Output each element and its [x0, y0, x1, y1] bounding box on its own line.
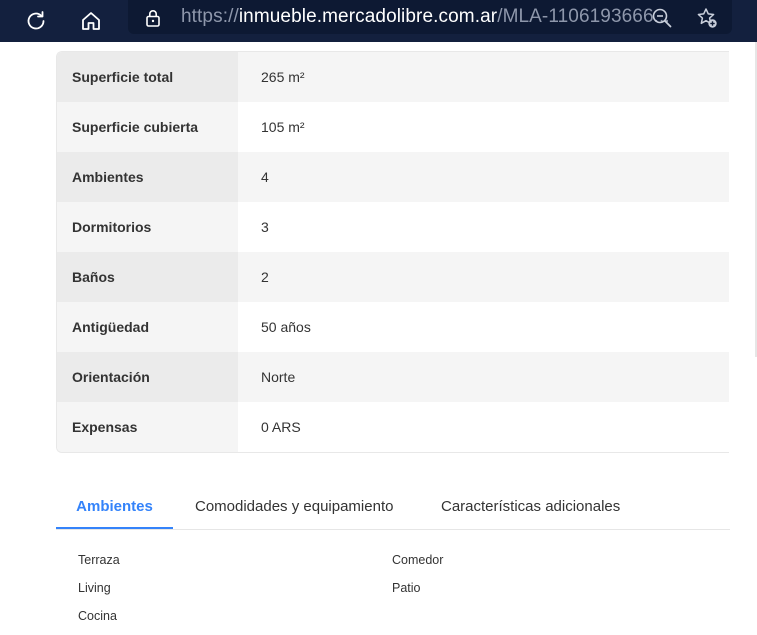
- spec-label: Superficie cubierta: [57, 102, 238, 152]
- spec-value: 4: [238, 152, 729, 202]
- table-row: Orientación Norte: [57, 352, 729, 402]
- browser-toolbar: https://inmueble.mercadolibre.com.ar/MLA…: [0, 0, 757, 42]
- spec-value: 3: [238, 202, 729, 252]
- lock-icon[interactable]: [142, 7, 164, 29]
- spec-label: Orientación: [57, 352, 238, 402]
- home-button[interactable]: [75, 5, 107, 37]
- spec-label: Ambientes: [57, 152, 238, 202]
- table-row: Dormitorios 3: [57, 202, 729, 252]
- spec-value: 105 m²: [238, 102, 729, 152]
- features-tabs: Ambientes Comodidades y equipamiento Car…: [56, 485, 730, 530]
- home-icon: [82, 12, 100, 30]
- table-row: Expensas 0 ARS: [57, 402, 729, 452]
- list-item: Comedor: [392, 553, 444, 567]
- spec-value: 2: [238, 252, 729, 302]
- star-add-icon: [697, 8, 717, 28]
- tab-caracteristicas[interactable]: Características adicionales: [441, 485, 620, 528]
- list-item: Cocina: [78, 609, 117, 623]
- table-row: Baños 2: [57, 252, 729, 302]
- table-row: Superficie cubierta 105 m²: [57, 102, 729, 152]
- zoom-out-icon: [652, 8, 672, 28]
- spec-value: 265 m²: [238, 52, 729, 102]
- tab-ambientes[interactable]: Ambientes: [56, 485, 173, 529]
- list-item: Living: [78, 581, 111, 595]
- spec-label: Superficie total: [57, 52, 238, 102]
- specs-table: Superficie total 265 m² Superficie cubie…: [56, 51, 729, 453]
- spec-label: Expensas: [57, 402, 238, 452]
- spec-label: Antigüedad: [57, 302, 238, 352]
- spec-label: Dormitorios: [57, 202, 238, 252]
- zoom-out-button[interactable]: [650, 6, 674, 30]
- list-item: Patio: [392, 581, 421, 595]
- reload-button[interactable]: [20, 5, 52, 37]
- tab-comodidades[interactable]: Comodidades y equipamiento: [195, 485, 393, 528]
- spec-label: Baños: [57, 252, 238, 302]
- add-favorite-button[interactable]: [694, 5, 720, 31]
- url-domain: inmueble.mercadolibre.com.ar: [238, 6, 498, 27]
- spec-value: 0 ARS: [238, 402, 729, 452]
- url-path: /MLA-1106193666...: [497, 6, 670, 27]
- spec-value: 50 años: [238, 302, 729, 352]
- reload-icon: [27, 11, 45, 30]
- url-prefix: https://: [181, 6, 239, 27]
- url-text[interactable]: https://inmueble.mercadolibre.com.ar/MLA…: [181, 6, 670, 28]
- spec-value: Norte: [238, 352, 729, 402]
- table-row: Antigüedad 50 años: [57, 302, 729, 352]
- list-item: Terraza: [78, 553, 120, 567]
- table-row: Ambientes 4: [57, 152, 729, 202]
- address-bar[interactable]: https://inmueble.mercadolibre.com.ar/MLA…: [128, 0, 732, 34]
- table-row: Superficie total 265 m²: [57, 52, 729, 102]
